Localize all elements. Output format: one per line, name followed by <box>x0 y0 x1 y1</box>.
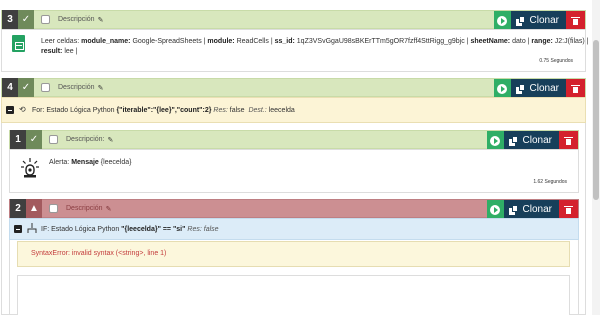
copy-icon <box>515 83 526 94</box>
google-sheets-icon <box>12 35 25 52</box>
if-statement: IF: Estado Lógica Python "{leecelda}" ==… <box>41 226 219 233</box>
duration-text: 1.62 Segundos <box>533 179 567 185</box>
select-checkbox[interactable] <box>49 204 58 213</box>
block-actions: Clonar <box>486 200 578 219</box>
check-icon[interactable]: ✓ <box>18 10 34 29</box>
block-1-body: Alerta: Mensaje {leecelda} 1.62 Segundos <box>9 149 579 193</box>
select-checkbox[interactable] <box>49 135 58 144</box>
block-number: 2 <box>10 199 26 218</box>
block-actions: Clonar <box>486 131 578 150</box>
warning-icon: ▲ <box>26 199 42 218</box>
read-cells-result: result: lee | <box>41 48 78 55</box>
copy-icon <box>508 204 519 215</box>
duration-text: 0.75 Segundos <box>539 58 573 64</box>
run-button[interactable] <box>486 200 504 219</box>
run-button[interactable] <box>493 79 511 98</box>
block-number: 3 <box>2 10 18 29</box>
clone-button[interactable]: Clonar <box>503 200 559 219</box>
alarm-icon <box>21 158 39 178</box>
play-icon <box>490 204 501 215</box>
check-icon[interactable]: ✓ <box>26 130 42 149</box>
collapse-icon[interactable] <box>14 225 22 233</box>
alert-message: Alerta: Mensaje {leecelda} <box>49 159 132 166</box>
trash-icon <box>564 136 573 145</box>
select-checkbox[interactable] <box>41 15 50 24</box>
pencil-icon[interactable]: ✎ <box>108 136 114 144</box>
scrollbar-thumb[interactable] <box>593 40 599 200</box>
clone-button[interactable]: Clonar <box>510 79 566 98</box>
error-message: SyntaxError: invalid syntax (<string>, l… <box>31 250 167 257</box>
delete-button[interactable] <box>566 79 585 98</box>
pencil-icon[interactable]: ✎ <box>106 205 112 213</box>
block-3-header: 3 ✓ Descripción ✎ Clonar <box>1 10 586 30</box>
description-label[interactable]: Descripción: ✎ <box>66 136 113 144</box>
delete-button[interactable] <box>566 11 585 30</box>
description-label[interactable]: Descripción ✎ <box>66 205 111 213</box>
block-4-header: 4 ✓ Descripción ✎ Clonar <box>1 78 586 98</box>
block-number: 1 <box>10 130 26 149</box>
block-actions: Clonar <box>493 11 585 30</box>
pencil-icon[interactable]: ✎ <box>98 84 104 92</box>
clone-button[interactable]: Clonar <box>510 11 566 30</box>
scrollbar[interactable] <box>592 0 600 315</box>
block-2-header: 2 ▲ Descripción ✎ Clonar <box>9 199 579 219</box>
nested-container <box>17 275 570 315</box>
trash-icon <box>571 84 580 93</box>
block-number: 4 <box>2 78 18 97</box>
for-statement: For: Estado Lógica Python {"iterable":"{… <box>32 107 295 114</box>
play-icon <box>497 15 508 26</box>
collapse-icon[interactable] <box>6 106 14 114</box>
loop-icon: ⟲ <box>19 105 26 114</box>
branch-icon <box>27 223 37 233</box>
run-button[interactable] <box>493 11 511 30</box>
if-panel: IF: Estado Lógica Python "{leecelda}" ==… <box>9 218 579 240</box>
check-icon[interactable]: ✓ <box>18 78 34 97</box>
block-1-header: 1 ✓ Descripción: ✎ Clonar <box>9 130 579 150</box>
description-label[interactable]: Descripción ✎ <box>58 84 103 92</box>
play-icon <box>497 83 508 94</box>
description-label[interactable]: Descripción ✎ <box>58 16 103 24</box>
read-cells-detail: Leer celdas: module_name: Google-SpreadS… <box>41 38 589 45</box>
run-button[interactable] <box>486 131 504 150</box>
copy-icon <box>515 15 526 26</box>
copy-icon <box>508 135 519 146</box>
trash-icon <box>564 205 573 214</box>
block-3-body: Leer celdas: module_name: Google-SpreadS… <box>1 29 589 72</box>
delete-button[interactable] <box>559 131 578 150</box>
trash-icon <box>571 16 580 25</box>
delete-button[interactable] <box>559 200 578 219</box>
play-icon <box>490 135 501 146</box>
error-box: SyntaxError: invalid syntax (<string>, l… <box>17 241 570 267</box>
pencil-icon[interactable]: ✎ <box>98 16 104 24</box>
for-loop-panel: ⟲ For: Estado Lógica Python {"iterable":… <box>1 97 586 123</box>
clone-button[interactable]: Clonar <box>503 131 559 150</box>
block-actions: Clonar <box>493 79 585 98</box>
select-checkbox[interactable] <box>41 83 50 92</box>
